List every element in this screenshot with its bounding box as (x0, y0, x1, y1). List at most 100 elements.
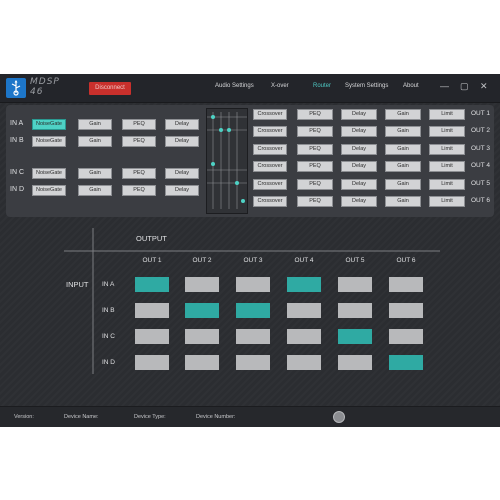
output-limit-button[interactable]: Limit (429, 161, 465, 173)
nav-router[interactable]: Router (313, 83, 331, 89)
output-gain-button[interactable]: Gain (385, 161, 421, 173)
status-bar: Version: Device Name: Device Type: Devic… (0, 406, 500, 427)
input-delay-button[interactable]: Delay (165, 185, 199, 196)
output-crossover-button[interactable]: Crossover (253, 178, 287, 190)
input-peq-button[interactable]: PEQ (122, 168, 156, 179)
matrix-row-header: IN B (102, 307, 115, 314)
input-label: IN B (10, 137, 24, 144)
input-delay-button[interactable]: Delay (165, 168, 199, 179)
matrix-cell[interactable] (389, 303, 423, 318)
status-device-name: Device Name: (64, 414, 99, 420)
input-gain-button[interactable]: Gain (78, 168, 112, 179)
output-peq-button[interactable]: PEQ (297, 109, 333, 120)
matrix-cell[interactable] (185, 329, 219, 344)
matrix-cell[interactable] (236, 355, 270, 370)
routing-lines (207, 112, 247, 209)
output-limit-button[interactable]: Limit (429, 109, 465, 120)
output-label: OUT 5 (471, 179, 491, 187)
output-limit-button[interactable]: Limit (429, 196, 465, 207)
matrix-cell[interactable] (287, 277, 321, 292)
output-peq-button[interactable]: PEQ (297, 178, 333, 190)
input-peq-button[interactable]: PEQ (122, 185, 156, 196)
matrix-column-header: OUT 2 (192, 257, 212, 264)
matrix-cell[interactable] (338, 329, 372, 344)
output-crossover-button[interactable]: Crossover (253, 161, 287, 173)
output-gain-button[interactable]: Gain (385, 178, 421, 190)
matrix-cell[interactable] (236, 303, 270, 318)
nav-about[interactable]: About (403, 83, 419, 89)
output-gain-button[interactable]: Gain (385, 196, 421, 207)
matrix-input-title: INPUT (66, 280, 89, 289)
matrix-cell[interactable] (389, 329, 423, 344)
output-delay-button[interactable]: Delay (341, 178, 377, 190)
nav-system-settings[interactable]: System Settings (345, 83, 388, 89)
output-label: OUT 2 (471, 127, 491, 135)
matrix-cell[interactable] (135, 277, 169, 292)
input-noisegate-button[interactable]: NoiseGate (32, 185, 66, 196)
input-label: IN C (10, 169, 24, 176)
output-peq-button[interactable]: PEQ (297, 126, 333, 138)
matrix-cell[interactable] (236, 329, 270, 344)
matrix-cell[interactable] (338, 277, 372, 292)
input-peq-button[interactable]: PEQ (122, 119, 156, 130)
output-delay-button[interactable]: Delay (341, 196, 377, 207)
matrix-row-header: IN A (102, 281, 115, 288)
matrix-cell[interactable] (287, 303, 321, 318)
maximize-icon[interactable]: ▢ (460, 81, 469, 91)
output-gain-button[interactable]: Gain (385, 126, 421, 138)
output-delay-button[interactable]: Delay (341, 109, 377, 120)
output-limit-button[interactable]: Limit (429, 178, 465, 190)
input-gain-button[interactable]: Gain (78, 136, 112, 147)
matrix-cell[interactable] (338, 303, 372, 318)
matrix-cell[interactable] (185, 355, 219, 370)
output-limit-button[interactable]: Limit (429, 126, 465, 138)
matrix-cell[interactable] (185, 277, 219, 292)
output-peq-button[interactable]: PEQ (297, 143, 333, 155)
matrix-cell[interactable] (236, 277, 270, 292)
nav-audio-settings[interactable]: Audio Settings (215, 83, 254, 89)
output-label: OUT 3 (471, 144, 491, 152)
output-crossover-button[interactable]: Crossover (253, 143, 287, 155)
input-label: IN A (10, 120, 24, 127)
close-icon[interactable]: ✕ (480, 81, 488, 91)
matrix-cell[interactable] (389, 277, 423, 292)
disconnect-button[interactable]: Disconnect (89, 82, 131, 95)
matrix-column-header: OUT 6 (396, 257, 416, 264)
output-peq-button[interactable]: PEQ (297, 196, 333, 207)
matrix-cell[interactable] (287, 355, 321, 370)
output-label: OUT 1 (471, 110, 491, 117)
title-bar: MDSP 46 Disconnect Audio Settings X-over… (0, 74, 500, 103)
matrix-cell[interactable] (287, 329, 321, 344)
input-noisegate-button[interactable]: NoiseGate (32, 136, 66, 147)
output-peq-button[interactable]: PEQ (297, 161, 333, 173)
input-gain-button[interactable]: Gain (78, 119, 112, 130)
output-delay-button[interactable]: Delay (341, 161, 377, 173)
output-delay-button[interactable]: Delay (341, 126, 377, 138)
matrix-cell[interactable] (135, 303, 169, 318)
output-delay-button[interactable]: Delay (341, 143, 377, 155)
output-limit-button[interactable]: Limit (429, 143, 465, 155)
output-crossover-button[interactable]: Crossover (253, 126, 287, 138)
brand-logo-text: MDSP 46 (30, 77, 60, 97)
matrix-cell[interactable] (185, 303, 219, 318)
output-crossover-button[interactable]: Crossover (253, 196, 287, 207)
minimize-icon[interactable]: — (440, 81, 449, 91)
output-gain-button[interactable]: Gain (385, 143, 421, 155)
input-delay-button[interactable]: Delay (165, 119, 199, 130)
status-version: Version: (14, 414, 34, 420)
status-device-type: Device Type: (134, 414, 166, 420)
nav-x-over[interactable]: X-over (271, 83, 289, 89)
output-gain-button[interactable]: Gain (385, 109, 421, 120)
output-crossover-button[interactable]: Crossover (253, 109, 287, 120)
input-gain-button[interactable]: Gain (78, 185, 112, 196)
matrix-cell[interactable] (338, 355, 372, 370)
matrix-cell[interactable] (389, 355, 423, 370)
input-delay-button[interactable]: Delay (165, 136, 199, 147)
matrix-cell[interactable] (135, 355, 169, 370)
matrix-cell[interactable] (135, 329, 169, 344)
matrix-row-header: IN D (102, 359, 115, 366)
input-peq-button[interactable]: PEQ (122, 136, 156, 147)
link-status-icon[interactable] (333, 411, 345, 423)
input-noisegate-button[interactable]: NoiseGate (32, 119, 66, 130)
input-noisegate-button[interactable]: NoiseGate (32, 168, 66, 179)
